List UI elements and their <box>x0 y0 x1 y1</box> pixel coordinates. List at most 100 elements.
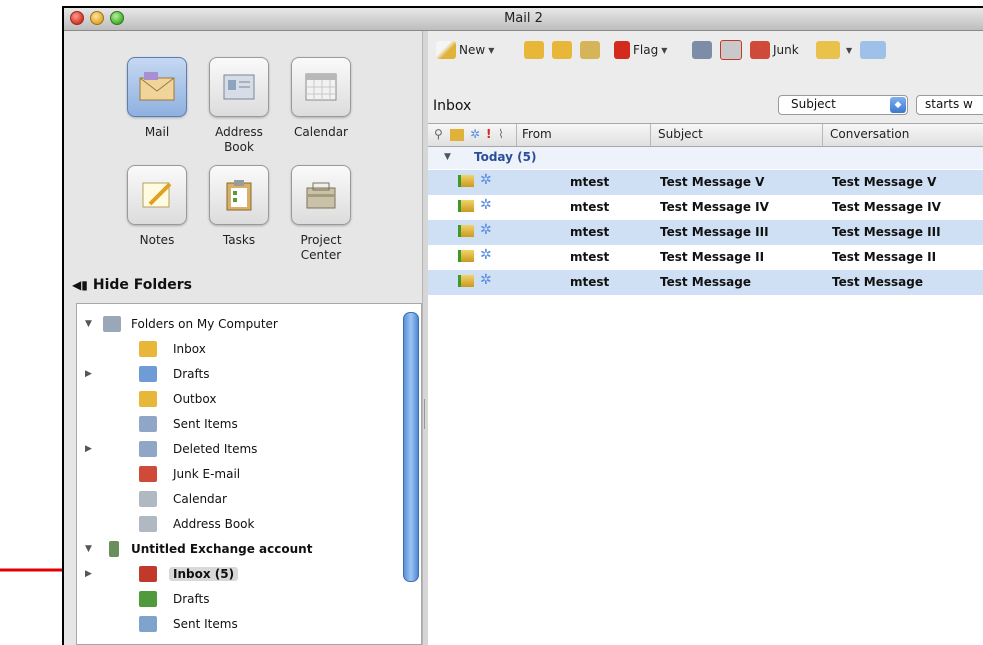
send-receive-button[interactable]: ▼ <box>816 39 852 61</box>
folder-label: Sent Items <box>173 417 238 431</box>
new-button[interactable]: New ▼ <box>436 39 494 61</box>
folder-label: Drafts <box>173 367 210 381</box>
message-from: mtest <box>570 275 610 289</box>
calendar-icon <box>291 57 351 117</box>
message-row[interactable]: ✲ mtest Test Message II Test Message II <box>428 245 983 270</box>
exchange-account-icon <box>109 541 119 557</box>
group-label: Today (5) <box>474 150 537 164</box>
window-title: Mail 2 <box>504 11 543 26</box>
address-book-icon <box>139 516 157 532</box>
message-row[interactable]: ✲ mtest Test Message IV Test Message IV <box>428 195 983 220</box>
forward-button[interactable] <box>580 39 603 61</box>
message-row[interactable]: ✲ mtest Test Message III Test Message II… <box>428 220 983 245</box>
column-divider <box>822 124 823 146</box>
dropdown-arrow-icon[interactable]: ▼ <box>661 46 667 55</box>
nav-tile-notes[interactable]: Notes <box>122 165 192 248</box>
priority-column-icon[interactable]: ! <box>486 127 491 141</box>
dropdown-arrow-icon[interactable]: ▼ <box>488 46 494 55</box>
delete-button[interactable] <box>720 39 745 61</box>
message-subject: Test Message IV <box>660 200 769 214</box>
column-header-from[interactable]: From <box>522 127 552 141</box>
attachment-column-icon[interactable]: ⌇ <box>498 127 504 141</box>
folder-label: Inbox <box>173 342 206 356</box>
search-field-select[interactable]: Subject ◆ <box>778 95 908 115</box>
junk-icon <box>139 466 157 482</box>
junk-button[interactable]: Junk <box>750 39 799 61</box>
online-status-icon: ✲ <box>480 172 492 188</box>
column-header-subject[interactable]: Subject <box>658 127 703 141</box>
message-row[interactable]: ✲ mtest Test Message Test Message <box>428 270 983 295</box>
nav-tile-label: Calendar <box>294 125 348 139</box>
address-book-icon <box>209 57 269 117</box>
disclosure-closed-icon[interactable]: ▶ <box>85 569 95 579</box>
move-folder-button[interactable] <box>860 39 889 61</box>
unread-message-icon <box>458 275 474 287</box>
search-mode-select[interactable]: starts w <box>916 95 983 115</box>
unread-message-icon <box>458 200 474 212</box>
folder-item-outbox[interactable]: Outbox <box>77 389 397 409</box>
folder-list: ▼ Folders on My Computer Inbox ▶ Drafts … <box>76 303 422 645</box>
folder-label: Untitled Exchange account <box>131 542 313 556</box>
folder-item-inbox[interactable]: Inbox <box>77 339 397 359</box>
folder-label: Outbox <box>173 392 217 406</box>
folder-item-exchange-sent[interactable]: Sent Items <box>77 614 397 634</box>
disclosure-open-icon[interactable]: ▼ <box>444 152 451 162</box>
message-status-column-icon[interactable] <box>450 129 464 141</box>
folder-list-scrollbar[interactable] <box>403 312 419 582</box>
nav-tile-tasks[interactable]: Tasks <box>204 165 274 248</box>
folder-item-deleted-items[interactable]: ▶ Deleted Items <box>77 439 397 459</box>
disclosure-open-icon[interactable]: ▼ <box>85 319 95 329</box>
folder-group-exchange-account[interactable]: ▼ Untitled Exchange account <box>77 539 397 559</box>
column-divider <box>650 124 651 146</box>
folder-item-calendar[interactable]: Calendar <box>77 489 397 509</box>
disclosure-closed-icon[interactable]: ▶ <box>85 369 95 379</box>
folder-item-address-book[interactable]: Address Book <box>77 514 397 534</box>
attachment-status-column-icon[interactable]: ⚲ <box>434 127 443 141</box>
computer-folder-icon <box>103 316 121 332</box>
folder-item-exchange-inbox[interactable]: ▶ Inbox (5) <box>77 564 397 584</box>
online-status-column-icon[interactable]: ✲ <box>470 127 480 141</box>
disclosure-open-icon[interactable]: ▼ <box>85 544 95 554</box>
junk-icon <box>750 41 770 59</box>
message-row[interactable]: ✲ mtest Test Message V Test Message V <box>428 170 983 195</box>
folder-item-exchange-drafts[interactable]: Drafts <box>77 589 397 609</box>
dropdown-arrow-icon[interactable]: ▼ <box>846 46 852 55</box>
group-header-today[interactable]: ▼ Today (5) <box>428 147 983 169</box>
hide-folders-icon: ◀▮ <box>72 278 88 292</box>
outbox-icon <box>139 391 157 407</box>
reply-all-button[interactable] <box>552 39 575 61</box>
flag-button[interactable]: Flag ▼ <box>614 39 667 61</box>
flag-icon <box>614 41 630 59</box>
reply-all-icon <box>552 41 572 59</box>
nav-tile-label: Tasks <box>222 233 256 247</box>
folder-label: Inbox (5) <box>169 567 239 581</box>
nav-tile-calendar[interactable]: Calendar <box>286 57 356 140</box>
folder-item-sent-items[interactable]: Sent Items <box>77 414 397 434</box>
folder-label: Junk E-mail <box>173 467 241 481</box>
reply-icon <box>524 41 544 59</box>
reply-button[interactable] <box>524 39 547 61</box>
message-subject: Test Message II <box>660 250 765 264</box>
folder-item-drafts[interactable]: ▶ Drafts <box>77 364 397 384</box>
unread-message-icon <box>458 175 474 187</box>
message-conversation: Test Message III <box>832 225 941 239</box>
nav-tile-project-center[interactable]: Project Center <box>286 165 356 263</box>
unread-message-icon <box>458 250 474 262</box>
message-subject: Test Message <box>660 275 751 289</box>
mail-icon <box>127 57 187 117</box>
disclosure-closed-icon[interactable]: ▶ <box>85 444 95 454</box>
nav-tile-address-book[interactable]: Address Book <box>204 57 274 155</box>
print-button[interactable] <box>692 39 715 61</box>
folder-label: Sent Items <box>173 617 238 631</box>
folder-group-my-computer[interactable]: ▼ Folders on My Computer <box>77 314 397 334</box>
message-from: mtest <box>570 250 610 264</box>
project-center-icon <box>291 165 351 225</box>
folder-item-junk-email[interactable]: Junk E-mail <box>77 464 397 484</box>
nav-tile-mail[interactable]: Mail <box>122 57 192 140</box>
online-status-icon: ✲ <box>480 222 492 238</box>
folder-icon <box>860 41 886 59</box>
hide-folders-toggle[interactable]: ◀▮ Hide Folders <box>72 277 192 293</box>
column-header-conversation[interactable]: Conversation <box>830 127 909 141</box>
tasks-icon <box>209 165 269 225</box>
inbox-icon <box>139 341 157 357</box>
